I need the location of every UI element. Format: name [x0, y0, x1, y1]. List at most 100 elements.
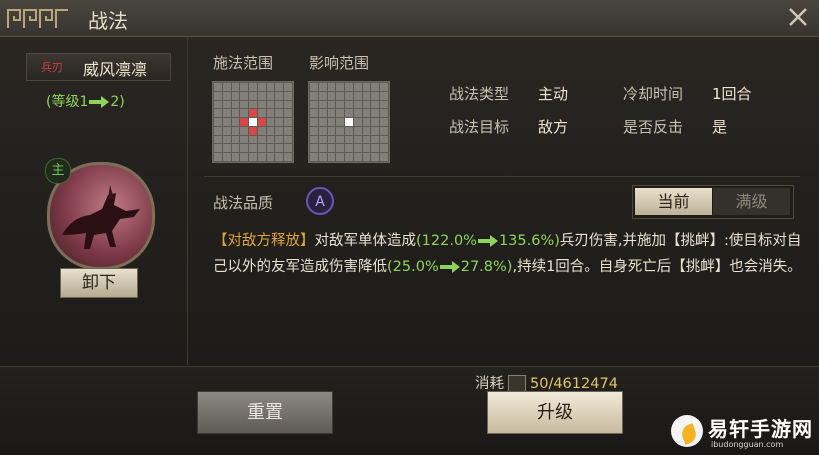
grid-cell — [284, 118, 292, 126]
grid-cell — [231, 118, 240, 126]
level-indicator: (等级1 2) — [46, 91, 125, 111]
grid-cell — [222, 153, 231, 161]
grid-cell — [353, 126, 362, 135]
grid-cell — [231, 109, 240, 118]
grid-cell — [257, 100, 266, 109]
grid-cell — [240, 126, 249, 135]
grid-cell — [222, 100, 231, 109]
grid-cell — [275, 91, 284, 100]
grid-cell — [380, 91, 388, 100]
grid-cell — [318, 144, 327, 153]
grid-cell — [353, 153, 362, 161]
grid-cell — [284, 153, 292, 161]
quality-grade: A — [315, 194, 325, 210]
weapon-type-tag: 兵刃 — [41, 61, 63, 74]
grid-cell — [362, 144, 371, 153]
grid-cell — [310, 153, 318, 161]
grid-cell — [318, 118, 327, 126]
grid-cell — [266, 153, 275, 161]
grid-cell — [345, 144, 353, 153]
close-icon[interactable] — [785, 4, 811, 30]
level-view-tabs: 当前 满级 — [632, 185, 794, 219]
grid-cell — [310, 83, 318, 91]
grid-cell — [266, 109, 275, 118]
grid-cell — [231, 126, 240, 135]
grid-cell — [318, 153, 327, 161]
grid-cell — [284, 100, 292, 109]
grid-cell — [275, 135, 284, 144]
grid-cell — [327, 91, 336, 100]
grid-cell — [380, 109, 388, 118]
grid-cell — [275, 118, 284, 126]
grid-cell — [362, 135, 371, 144]
skill-target-value: 敌方 — [538, 118, 569, 136]
unequip-button[interactable]: 卸下 — [60, 268, 138, 298]
skill-type-value: 主动 — [538, 85, 569, 103]
grid-cell — [214, 100, 222, 109]
upgrade-button[interactable]: 升级 — [487, 391, 623, 434]
fret-ornament-icon — [7, 9, 68, 28]
grid-cell — [214, 83, 222, 91]
grid-cell — [222, 118, 231, 126]
grid-cell — [249, 153, 257, 161]
reduction-to: 27.8%) — [460, 259, 513, 275]
cost-value: 50/4612474 — [530, 376, 618, 392]
grid-cell — [284, 83, 292, 91]
skill-type-label: 战法类型 — [449, 85, 510, 103]
grid-cell — [310, 126, 318, 135]
grid-cell-in-range — [249, 109, 257, 118]
grid-cell — [336, 126, 345, 135]
damage-to: 135.6%) — [498, 233, 560, 249]
description-tag: 【对敌方释放】 — [213, 233, 315, 249]
grid-cell — [336, 153, 345, 161]
reduction-from: (25.0% — [387, 259, 439, 275]
grid-cell — [214, 135, 222, 144]
cooldown-value: 1回合 — [712, 85, 752, 103]
cast-range-label: 施法范围 — [213, 54, 274, 72]
grid-cell — [380, 135, 388, 144]
grid-cell — [240, 100, 249, 109]
grid-cell — [266, 100, 275, 109]
grid-cell — [222, 135, 231, 144]
grid-cell — [362, 118, 371, 126]
grid-cell — [371, 109, 380, 118]
grid-cell — [371, 83, 380, 91]
grid-cell — [275, 83, 284, 91]
grid-cell — [214, 91, 222, 100]
tab-max-level[interactable]: 满级 — [713, 188, 790, 215]
grid-cell — [327, 109, 336, 118]
grid-cell — [310, 135, 318, 144]
site-watermark: 易轩手游网 ibudongguan.com — [668, 411, 819, 455]
grid-cell — [336, 109, 345, 118]
tab-current[interactable]: 当前 — [635, 188, 712, 215]
grid-cell — [257, 153, 266, 161]
grid-cell — [318, 91, 327, 100]
grid-cell — [214, 126, 222, 135]
grid-cell — [275, 100, 284, 109]
grid-cell — [266, 135, 275, 144]
grid-cell — [249, 83, 257, 91]
grid-cell — [345, 100, 353, 109]
grid-cell — [257, 109, 266, 118]
skill-quality-label: 战法品质 — [213, 194, 274, 212]
grid-cell — [318, 100, 327, 109]
grid-cell — [222, 91, 231, 100]
grid-cell — [371, 100, 380, 109]
cooldown-label: 冷却时间 — [623, 85, 684, 103]
grid-cell — [371, 118, 380, 126]
grid-cell — [222, 109, 231, 118]
effect-range-grid — [308, 81, 390, 163]
reset-button[interactable]: 重置 — [197, 391, 333, 434]
counterattack-label: 是否反击 — [623, 118, 684, 136]
grid-cell — [249, 91, 257, 100]
section-divider — [204, 176, 800, 177]
counterattack-value: 是 — [712, 118, 728, 136]
grid-cell — [371, 91, 380, 100]
grid-cell — [310, 118, 318, 126]
grid-cell — [214, 109, 222, 118]
grid-cell — [353, 144, 362, 153]
watermark-logo-icon — [671, 415, 703, 447]
main-general-badge: 主 — [45, 158, 71, 184]
grid-cell — [266, 126, 275, 135]
effect-range-label: 影响范围 — [309, 54, 370, 72]
